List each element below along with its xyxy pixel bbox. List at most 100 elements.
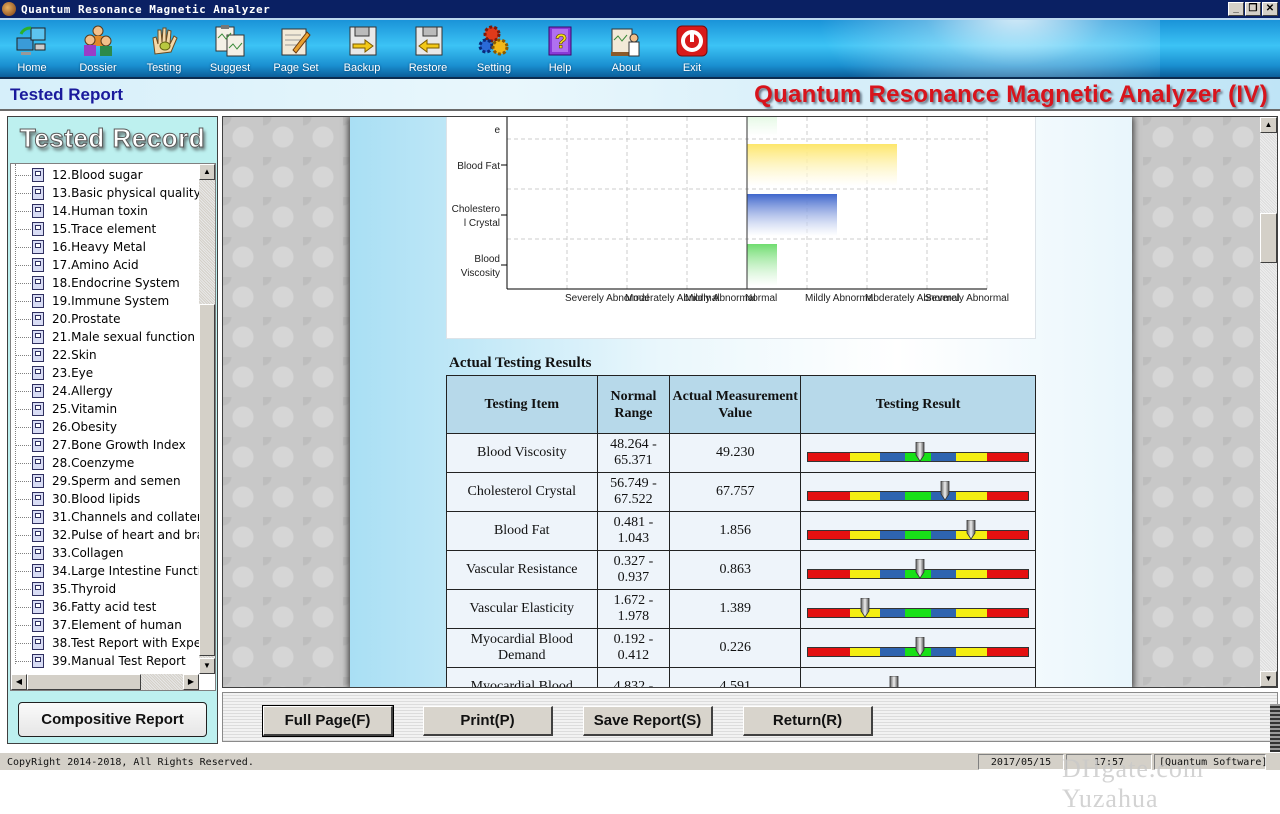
tree-item[interactable]: 21.Male sexual function [15,328,195,346]
gauge-segment [986,492,1029,500]
toolbar-backup-button[interactable]: Backup [332,22,392,77]
tree-vertical-scrollbar[interactable]: ▲ ▼ [199,164,215,674]
gauge-segment [986,453,1029,461]
hscroll-thumb[interactable] [27,674,141,690]
toolbar-exit-button[interactable]: Exit [662,22,722,77]
tree-item[interactable]: 27.Bone Growth Index [15,436,186,454]
x-tick-label: Normal [745,293,777,304]
tree-item-label: 33.Collagen [52,546,124,560]
tree-item[interactable]: 31.Channels and collatera [15,508,209,526]
document-icon [32,510,44,524]
document-icon [32,204,44,218]
full-page-button[interactable]: Full Page(F) [262,705,394,737]
header-actual-value: Actual Measurement Value [669,375,802,434]
tree-item[interactable]: 16.Heavy Metal [15,238,146,256]
print-button[interactable]: Print(P) [423,706,553,736]
gauge-segment [955,609,987,617]
document-icon [32,402,44,416]
toolbar-home-button[interactable]: Home [2,22,62,77]
tree-item-label: 17.Amino Acid [52,258,139,272]
gauge-segment [808,453,850,461]
tree-horizontal-scrollbar[interactable]: ◀ ▶ [11,674,199,690]
tree-item-label: 22.Skin [52,348,97,362]
gauge-segment [808,531,850,539]
save-report-button[interactable]: Save Report(S) [583,706,713,736]
tree-item[interactable]: 18.Endocrine System [15,274,180,292]
compositive-report-button[interactable]: Compositive Report [18,702,207,737]
tree-item[interactable]: 26.Obesity [15,418,117,436]
tree-item[interactable]: 38.Test Report with Exper [15,634,206,652]
tree-item[interactable]: 39.Manual Test Report [15,652,186,670]
tree-item[interactable]: 32.Pulse of heart and brai [15,526,207,544]
scroll-up-button[interactable]: ▲ [199,164,215,180]
testing-result-cell [800,511,1036,551]
tree-item[interactable]: 34.Large Intestine Functio [15,562,208,580]
report-viewer: e Blood Fat Cholestero l Crystal Blood Viscos… [222,116,1278,688]
tree-item[interactable]: 25.Vitamin [15,400,117,418]
viewer-scroll-up-button[interactable]: ▲ [1260,117,1277,133]
document-icon [32,240,44,254]
tree-item-label: 12.Blood sugar [52,168,143,182]
gauge-segment [880,453,906,461]
tree-item[interactable]: 35.Thyroid [15,580,116,598]
tree-item[interactable]: 19.Immune System [15,292,169,310]
tree-item[interactable]: 37.Element of human [15,616,182,634]
viewer-vertical-scrollbar[interactable]: ▲ ▼ [1260,117,1277,687]
tree-item[interactable]: 20.Prostate [15,310,121,328]
normal-range-cell: 1.672 -1.978 [596,589,671,629]
gauge-segment [880,531,906,539]
tree-item[interactable]: 30.Blood lipids [15,490,140,508]
tree-item[interactable]: 15.Trace element [15,220,156,238]
gauge-segment [930,570,956,578]
tree-item[interactable]: 29.Sperm and semen [15,472,181,490]
tree-item[interactable]: 24.Allergy [15,382,113,400]
gauge-segment [930,648,956,656]
restore-button[interactable]: ❐ [1245,2,1261,16]
toolbar-page-set-button[interactable]: Page Set [266,22,326,77]
gauge-segment [986,531,1029,539]
toolbar-testing-button[interactable]: Testing [134,22,194,77]
chart-bar [747,117,777,136]
toolbar-restore-button[interactable]: Restore [398,22,458,77]
gauge-segment [880,648,906,656]
toolbar-dossier-button[interactable]: Dossier [68,22,128,77]
scroll-left-button[interactable]: ◀ [11,674,27,690]
toolbar-suggest-button[interactable]: Suggest [200,22,260,77]
close-button[interactable]: ✕ [1262,2,1278,16]
tree-item-label: 32.Pulse of heart and brai [52,528,208,542]
testing-result-cell [800,628,1036,668]
tree-item[interactable]: 14.Human toxin [15,202,148,220]
document-icon [32,618,44,632]
tree-item[interactable]: 13.Basic physical quality [15,184,201,202]
gauge-segment [808,570,850,578]
tree-item[interactable]: 23.Eye [15,364,93,382]
header-normal-range: Normal Range [596,375,671,434]
tree-item[interactable]: 36.Fatty acid test [15,598,156,616]
tree-item[interactable]: 12.Blood sugar [15,166,143,184]
tree-item[interactable]: 28.Coenzyme [15,454,134,472]
tree-item[interactable]: 22.Skin [15,346,97,364]
return-button[interactable]: Return(R) [743,706,873,736]
tree-item[interactable]: 33.Collagen [15,544,123,562]
viewer-scroll-down-button[interactable]: ▼ [1260,671,1277,687]
tree-item[interactable]: 17.Amino Acid [15,256,139,274]
gauge-segment [930,453,956,461]
scroll-right-button[interactable]: ▶ [183,674,199,690]
viewer-scroll-thumb[interactable] [1260,213,1277,263]
document-icon [32,276,44,290]
scroll-down-button[interactable]: ▼ [199,658,215,674]
toolbar-about-button[interactable]: About [596,22,656,77]
testing-result-cell [800,550,1036,590]
table-row: Myocardial Blood Demand 0.192 -0.412 0.226 [446,628,1036,668]
minimize-button[interactable]: _ [1228,2,1244,16]
document-icon [32,528,44,542]
gauge-segment [905,531,931,539]
toolbar-setting-button[interactable]: Setting [464,22,524,77]
scroll-thumb[interactable] [199,304,215,656]
toolbar-help-button[interactable]: ? Help [530,22,590,77]
tree-item-label: 15.Trace element [52,222,157,236]
gauge-segment [986,609,1029,617]
tree-item-label: 28.Coenzyme [52,456,135,470]
tree-item-label: 34.Large Intestine Functio [52,564,209,578]
gauge-segment [880,492,906,500]
